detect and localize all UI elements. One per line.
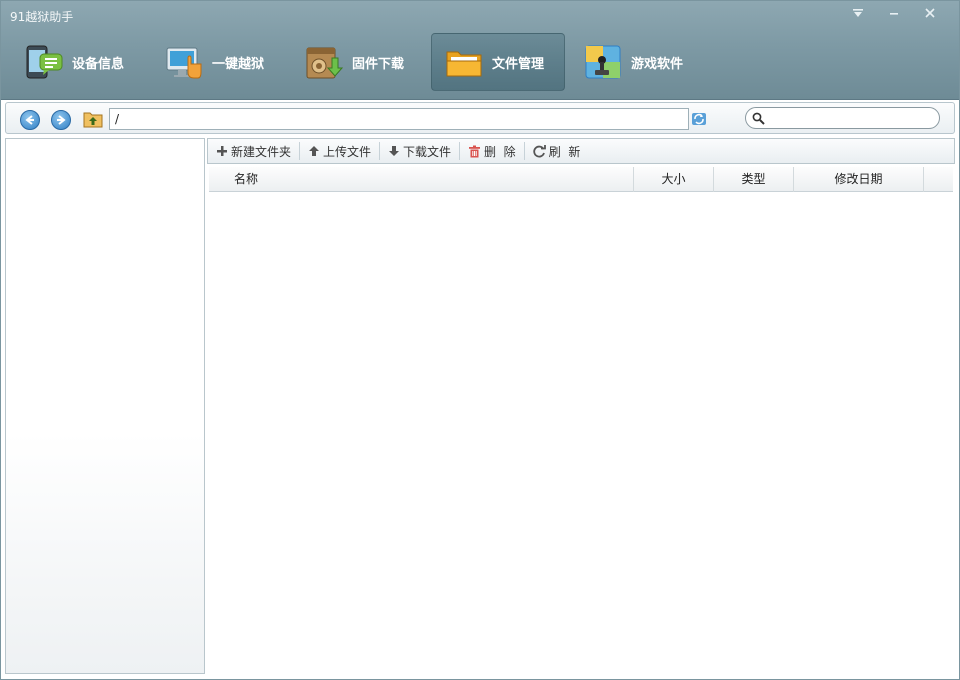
delete-button[interactable]: 删 除 bbox=[460, 139, 524, 163]
refresh-icon bbox=[533, 144, 546, 157]
folder-tree-panel[interactable] bbox=[5, 138, 205, 674]
trash-icon bbox=[469, 145, 481, 157]
folder-up-icon[interactable] bbox=[83, 110, 103, 128]
column-header-type[interactable]: 类型 bbox=[714, 167, 794, 192]
search-input[interactable] bbox=[745, 107, 940, 129]
file-toolbar: 新建文件夹 上传文件 下载文件 删 除 刷 新 bbox=[207, 138, 955, 164]
device-info-icon bbox=[24, 42, 64, 82]
firmware-download-icon bbox=[304, 42, 344, 82]
minimize-icon[interactable] bbox=[882, 6, 906, 24]
tab-jailbreak[interactable]: 一键越狱 bbox=[152, 33, 286, 91]
app-header: 91越狱助手 设备信息 一键越狱 固件下载 文件管理 游戏软件 bbox=[0, 0, 960, 100]
up-arrow-icon bbox=[309, 146, 320, 156]
close-icon[interactable] bbox=[918, 6, 942, 24]
forward-arrow-icon[interactable] bbox=[51, 110, 71, 130]
tab-file-manager[interactable]: 文件管理 bbox=[431, 33, 565, 91]
column-header-filler bbox=[924, 167, 953, 192]
column-header-modified-date[interactable]: 修改日期 bbox=[794, 167, 924, 192]
tab-label: 固件下载 bbox=[352, 56, 405, 72]
file-list-header: 名称 大小 类型 修改日期 bbox=[209, 167, 953, 192]
games-apps-icon bbox=[583, 42, 623, 82]
tab-label: 设备信息 bbox=[72, 56, 125, 72]
folder-icon bbox=[444, 42, 484, 82]
tab-label: 一键越狱 bbox=[212, 56, 265, 72]
back-arrow-icon[interactable] bbox=[20, 110, 40, 130]
column-header-size[interactable]: 大小 bbox=[634, 167, 714, 192]
plus-icon bbox=[217, 146, 227, 156]
file-list[interactable] bbox=[209, 193, 953, 673]
download-file-button[interactable]: 下载文件 bbox=[380, 139, 459, 163]
tab-firmware-download[interactable]: 固件下载 bbox=[292, 33, 426, 91]
down-arrow-icon bbox=[389, 146, 400, 156]
new-folder-button[interactable]: 新建文件夹 bbox=[208, 139, 299, 163]
column-header-name[interactable]: 名称 bbox=[209, 167, 634, 192]
path-input[interactable]: / bbox=[109, 108, 689, 130]
address-bar: / bbox=[5, 102, 955, 134]
tab-device-info[interactable]: 设备信息 bbox=[12, 33, 146, 91]
jailbreak-icon bbox=[164, 42, 204, 82]
go-refresh-icon[interactable] bbox=[691, 111, 707, 127]
refresh-button[interactable]: 刷 新 bbox=[525, 139, 589, 163]
window-title: 91越狱助手 bbox=[10, 10, 74, 24]
search-icon bbox=[752, 112, 765, 125]
dropdown-arrow-icon[interactable] bbox=[846, 6, 870, 24]
tab-games-apps[interactable]: 游戏软件 bbox=[571, 33, 705, 91]
upload-file-button[interactable]: 上传文件 bbox=[300, 139, 379, 163]
tab-label: 文件管理 bbox=[492, 56, 545, 72]
tab-label: 游戏软件 bbox=[631, 56, 684, 72]
